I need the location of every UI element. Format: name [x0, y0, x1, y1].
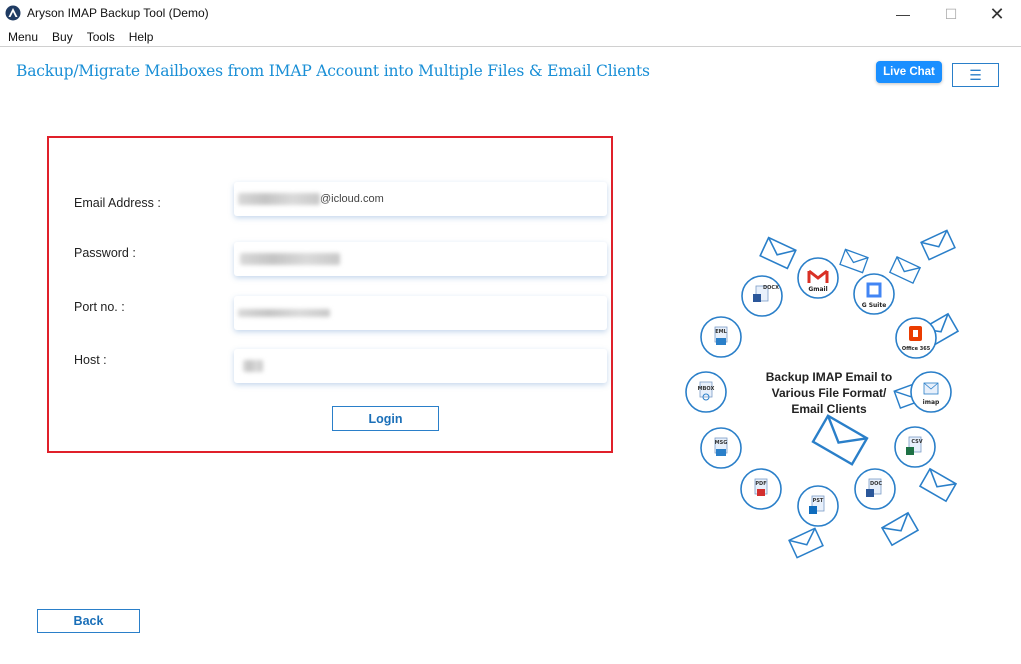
hamburger-menu-button[interactable]: ☰	[952, 63, 999, 87]
back-button[interactable]: Back	[37, 609, 140, 633]
office365-badge-icon: Office 365	[895, 317, 937, 359]
svg-text:G Suite: G Suite	[862, 302, 887, 309]
caption-line-1: Backup IMAP Email to	[765, 370, 893, 384]
envelope-icon	[919, 468, 957, 502]
svg-text:EML: EML	[715, 329, 727, 335]
doc-badge-icon: DOC	[854, 468, 896, 510]
mbox-badge-icon: MBOX	[685, 371, 727, 413]
svg-text:MSG: MSG	[715, 440, 728, 446]
minimize-button[interactable]: —	[880, 0, 926, 28]
password-field[interactable]	[234, 242, 607, 276]
svg-text:imap: imap	[923, 399, 940, 406]
menu-item-tools[interactable]: Tools	[80, 28, 122, 46]
csv-badge-icon: CSV	[894, 426, 936, 468]
login-form: Email Address : @icloud.com Password : P…	[47, 136, 613, 453]
envelope-icon	[881, 512, 919, 546]
envelope-icon	[759, 236, 797, 270]
svg-text:PDF: PDF	[755, 481, 766, 487]
svg-text:DOC: DOC	[870, 481, 882, 487]
redacted-password	[240, 253, 340, 265]
docx-badge-icon: DOCX	[741, 275, 783, 317]
email-domain-text: @icloud.com	[320, 193, 384, 205]
svg-text:CSV: CSV	[911, 439, 922, 445]
pst-badge-icon: PST	[797, 485, 839, 527]
email-field[interactable]: @icloud.com	[234, 182, 607, 216]
redacted-port	[238, 309, 330, 317]
menu-item-help[interactable]: Help	[122, 28, 161, 46]
pdf-badge-icon: PDF	[740, 468, 782, 510]
host-label: Host :	[74, 353, 107, 367]
svg-text:MBOX: MBOX	[698, 386, 715, 392]
envelope-icon	[811, 414, 869, 466]
redacted-host	[243, 360, 263, 372]
svg-text:PST: PST	[813, 498, 824, 504]
password-label: Password :	[74, 246, 136, 260]
app-logo-icon	[5, 5, 21, 21]
envelope-icon	[920, 229, 956, 261]
port-field[interactable]	[234, 296, 607, 330]
envelope-icon	[788, 527, 824, 559]
menu-item-menu[interactable]: Menu	[0, 28, 45, 46]
gmail-badge-icon: Gmail	[797, 257, 839, 299]
email-label: Email Address :	[74, 196, 161, 210]
eml-badge-icon: EML	[700, 316, 742, 358]
svg-text:Gmail: Gmail	[808, 286, 827, 293]
caption-line-3: Email Clients	[791, 402, 867, 416]
page-heading: Backup/Migrate Mailboxes from IMAP Accou…	[16, 62, 650, 80]
live-chat-button[interactable]: Live Chat	[876, 61, 942, 83]
login-button[interactable]: Login	[332, 406, 439, 431]
svg-text:DOCX: DOCX	[763, 285, 779, 291]
caption-line-2: Various File Format/	[771, 386, 887, 400]
maximize-button[interactable]: ☐	[928, 0, 974, 28]
msg-badge-icon: MSG	[700, 427, 742, 469]
illustration-caption: Backup IMAP Email to Various File Format…	[740, 369, 918, 417]
redacted-email-user	[238, 193, 320, 205]
host-field[interactable]	[234, 349, 607, 383]
port-label: Port no. :	[74, 300, 125, 314]
title-bar: Aryson IMAP Backup Tool (Demo) — ☐ ✕	[0, 0, 1021, 28]
close-button[interactable]: ✕	[974, 0, 1020, 28]
menu-item-buy[interactable]: Buy	[45, 28, 80, 46]
menu-divider	[0, 46, 1021, 47]
envelope-icon	[839, 248, 869, 274]
menu-bar: Menu Buy Tools Help	[0, 28, 1021, 46]
gsuite-badge-icon: G Suite	[853, 273, 895, 315]
envelope-icon	[889, 256, 921, 284]
window-title: Aryson IMAP Backup Tool (Demo)	[27, 6, 209, 20]
svg-text:Office 365: Office 365	[902, 346, 931, 352]
hamburger-icon: ☰	[969, 66, 982, 83]
